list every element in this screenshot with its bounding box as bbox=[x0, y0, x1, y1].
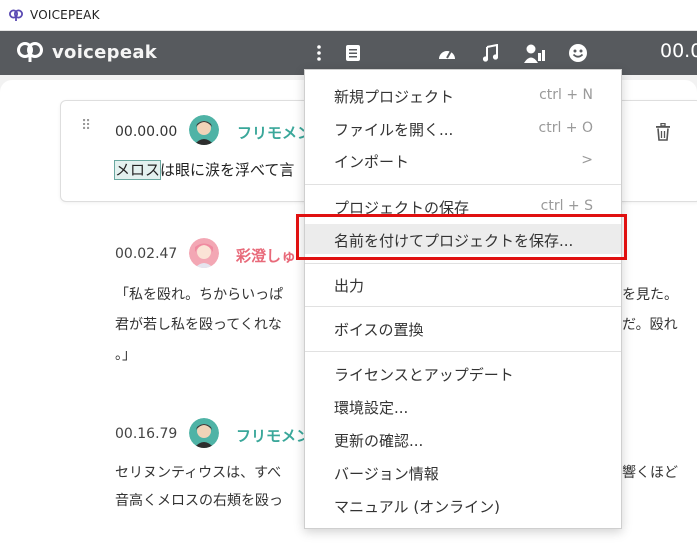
menu-item-label: 環境設定... bbox=[334, 399, 409, 417]
menu-item-export[interactable]: 出力 bbox=[305, 269, 621, 299]
menu-item-shortcut: ctrl + O bbox=[538, 120, 593, 136]
selected-text[interactable]: メロス bbox=[113, 160, 162, 180]
menu-separator bbox=[305, 351, 621, 352]
window-titlebar: VOICEPEAK bbox=[0, 0, 697, 31]
menu-item-label: インポート bbox=[334, 153, 410, 171]
block-text-line-tail[interactable]: だ。殴れ bbox=[622, 314, 678, 334]
speaker-name[interactable]: フリモメン bbox=[237, 122, 312, 143]
block-text-line-tail[interactable]: 響くほど bbox=[622, 462, 678, 482]
block-text-rest: は眼に涙を浮べて言 bbox=[160, 161, 295, 179]
voicepeak-app-icon bbox=[9, 9, 23, 21]
playback-time-display: 00.0 bbox=[660, 40, 697, 62]
document-button[interactable] bbox=[342, 42, 364, 64]
avatar-image bbox=[189, 418, 219, 448]
menu-item-shortcut: ctrl + S bbox=[540, 198, 593, 214]
emotion-button[interactable] bbox=[567, 42, 589, 64]
avatar[interactable] bbox=[189, 418, 219, 448]
block-text-line-tail[interactable]: を見た。 bbox=[622, 284, 678, 304]
voice-button[interactable] bbox=[524, 42, 546, 64]
trash-icon[interactable] bbox=[655, 123, 671, 141]
speaker-name[interactable]: 彩澄しゅ bbox=[236, 245, 296, 266]
submenu-arrow-icon: > bbox=[581, 152, 593, 168]
menu-item-label: ライセンスとアップデート bbox=[334, 366, 514, 384]
logo-text: voicepeak bbox=[52, 41, 158, 63]
block-time: 00.02.47 bbox=[115, 246, 178, 262]
block-text-line[interactable]: 。」 bbox=[115, 344, 136, 364]
app-logo: voicepeak bbox=[16, 41, 157, 63]
music-note-icon bbox=[482, 44, 498, 62]
block-text-line[interactable]: 音高くメロスの右頬を殴っ bbox=[115, 490, 283, 510]
speed-button[interactable] bbox=[436, 42, 458, 64]
menu-item-import[interactable]: インポート > bbox=[305, 145, 621, 175]
more-menu-button[interactable] bbox=[308, 42, 330, 64]
block-text-line[interactable]: 「私を殴れ。ちからいっぱ bbox=[115, 284, 283, 304]
block-text[interactable]: メロスは眼に涙を浮べて言 bbox=[113, 159, 295, 180]
menu-separator bbox=[305, 263, 621, 264]
menu-item-replace-voice[interactable]: ボイスの置換 bbox=[305, 313, 621, 343]
menu-item-label: バージョン情報 bbox=[334, 465, 439, 483]
menu-separator bbox=[305, 306, 621, 307]
menu-item-label: 出力 bbox=[334, 277, 365, 295]
block-text-line[interactable]: 君が若し私を殴ってくれな bbox=[115, 314, 282, 334]
menu-item-label: 更新の確認... bbox=[334, 432, 424, 450]
avatar-image bbox=[189, 115, 219, 145]
menu-item-version-info[interactable]: バージョン情報 bbox=[305, 457, 621, 487]
menu-item-label: 新規プロジェクト bbox=[334, 88, 455, 106]
menu-item-check-update[interactable]: 更新の確認... bbox=[305, 424, 621, 454]
menu-item-label: ファイルを開く... bbox=[334, 121, 454, 139]
avatar-image bbox=[189, 238, 219, 268]
menu-item-open-file[interactable]: ファイルを開く... ctrl + O bbox=[305, 113, 621, 143]
speaker-name[interactable]: フリモメン bbox=[236, 425, 311, 446]
block-time: 00.00.00 bbox=[115, 124, 178, 140]
menu-item-label: マニュアル (オンライン) bbox=[334, 498, 501, 516]
drag-handle-icon[interactable]: ⠿ bbox=[81, 119, 92, 133]
voicepeak-logo-icon bbox=[17, 42, 43, 62]
speedometer-icon bbox=[439, 50, 455, 59]
block-time: 00.16.79 bbox=[115, 426, 178, 442]
menu-item-license-update[interactable]: ライセンスとアップデート bbox=[305, 358, 621, 388]
music-button[interactable] bbox=[479, 42, 501, 64]
menu-item-online-manual[interactable]: マニュアル (オンライン) bbox=[305, 490, 621, 520]
menu-item-preferences[interactable]: 環境設定... bbox=[305, 391, 621, 421]
menu-separator bbox=[305, 184, 621, 185]
document-icon bbox=[346, 45, 360, 61]
menu-item-label: ボイスの置換 bbox=[334, 321, 424, 339]
block-text-line[interactable]: セリヌンティウスは、すべ bbox=[115, 462, 281, 482]
more-vert-icon bbox=[317, 45, 321, 61]
file-menu-dropdown: 新規プロジェクト ctrl + N ファイルを開く... ctrl + O イン… bbox=[304, 69, 622, 529]
annotation-highlight-box bbox=[296, 214, 627, 260]
window-title: VOICEPEAK bbox=[30, 8, 100, 22]
avatar[interactable] bbox=[189, 115, 219, 145]
smile-icon bbox=[569, 44, 587, 62]
menu-item-shortcut: ctrl + N bbox=[539, 87, 593, 103]
avatar[interactable] bbox=[189, 238, 219, 268]
menu-item-new-project[interactable]: 新規プロジェクト ctrl + N bbox=[305, 80, 621, 110]
person-sound-icon bbox=[524, 44, 545, 63]
